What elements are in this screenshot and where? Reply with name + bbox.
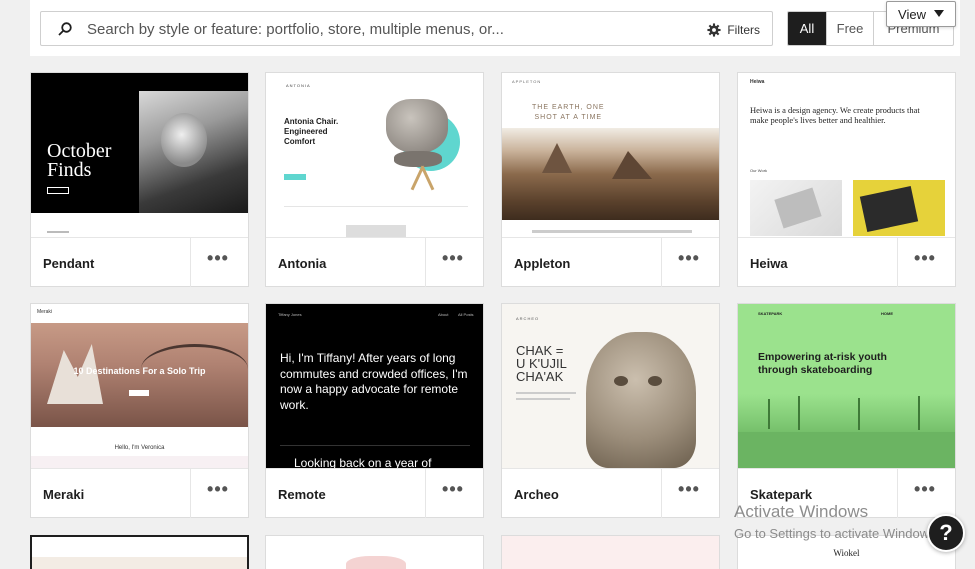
footer-divider	[661, 469, 662, 518]
card-footer: Archeo •••	[502, 468, 719, 518]
card-footer: Heiwa •••	[738, 237, 955, 287]
theme-preview[interactable]: ARCHEO CHAK = U K'UJIL CHA'AK	[502, 304, 719, 468]
more-options-icon[interactable]: •••	[203, 480, 233, 502]
preview-headline: Hi, I'm Tiffany! After years of long com…	[280, 351, 468, 412]
card-footer: Antonia •••	[266, 237, 483, 287]
preview-brand: Heiwa	[750, 79, 765, 85]
more-options-icon[interactable]: •••	[910, 480, 940, 502]
theme-preview[interactable]: Heiwa Heiwa is a design agency. We creat…	[738, 73, 955, 237]
theme-preview[interactable]	[346, 556, 406, 569]
more-options-icon[interactable]: •••	[438, 249, 468, 271]
card-footer: Meraki •••	[31, 468, 248, 518]
more-options-icon[interactable]: •••	[438, 480, 468, 502]
gear-icon	[707, 23, 721, 37]
preview-subline: Looking back on a year of	[294, 456, 432, 468]
theme-name: Pendant	[43, 256, 95, 271]
preview-brand: APPLETON	[512, 79, 542, 84]
preview-headline: CHAK = U K'UJIL CHA'AK	[516, 343, 567, 384]
preview-nav-item: HOME	[881, 311, 893, 316]
top-toolbar: Filters All Free Premium	[30, 0, 960, 56]
watermark-title: Activate Windows	[734, 502, 869, 521]
filter-free-button[interactable]: Free	[826, 12, 873, 45]
preview-greeting: Hello, I'm Veronica	[114, 445, 165, 451]
footer-divider	[897, 238, 898, 287]
preview-headline: Heiwa is a design agency. We create prod…	[750, 105, 920, 125]
theme-card-appleton[interactable]: APPLETON THE EARTH, ONE SHOT AT A TIME Ap…	[501, 72, 720, 287]
more-options-icon[interactable]: •••	[910, 249, 940, 271]
preview-nav-item: About	[438, 312, 449, 317]
theme-preview[interactable]: October Finds	[31, 73, 248, 237]
more-options-icon[interactable]: •••	[674, 249, 704, 271]
watermark-subtitle: Go to Settings to activate Windows.	[734, 526, 940, 541]
preview-headline: THE EARTH, ONE SHOT AT A TIME	[532, 104, 605, 121]
filters-label: Filters	[727, 23, 760, 37]
theme-card-remote[interactable]: Tiffany Jones About All Posts Hi, I'm Ti…	[265, 303, 484, 518]
theme-card-antonia[interactable]: ANTONIA Antonia Chair. Engineered Comfort …	[265, 72, 484, 287]
more-options-icon[interactable]: •••	[674, 480, 704, 502]
theme-name: Remote	[278, 487, 326, 502]
theme-name: Heiwa	[750, 256, 788, 271]
theme-card-row3-3[interactable]	[501, 535, 720, 569]
card-footer: Appleton •••	[502, 237, 719, 287]
search-box[interactable]: Filters	[40, 11, 773, 46]
preview-nav-item: All Posts	[458, 312, 474, 317]
filters-button[interactable]: Filters	[707, 21, 760, 39]
footer-divider	[190, 469, 191, 518]
theme-name: Appleton	[514, 256, 571, 271]
preview-headline: Antonia Chair. Engineered Comfort	[284, 117, 339, 146]
theme-name: Meraki	[43, 487, 85, 502]
search-input[interactable]	[87, 18, 647, 40]
theme-preview[interactable]: ANTONIA Antonia Chair. Engineered Comfort	[266, 73, 483, 237]
view-label: View	[898, 6, 926, 22]
theme-card-row3-2[interactable]	[265, 535, 484, 569]
theme-preview[interactable]: Tiffany Jones About All Posts Hi, I'm Ti…	[266, 304, 483, 468]
filter-all-button[interactable]: All	[788, 12, 826, 45]
preview-headline: 10 Destinations For a Solo Trip	[73, 366, 206, 376]
card-footer: Remote •••	[266, 468, 483, 518]
caret-down-icon	[933, 10, 944, 17]
preview-brand: ANTONIA	[286, 83, 311, 88]
theme-name: Archeo	[514, 487, 559, 502]
theme-preview[interactable]: APPLETON THE EARTH, ONE SHOT AT A TIME	[502, 73, 719, 237]
help-button[interactable]: ?	[927, 514, 965, 552]
theme-card-pendant[interactable]: October Finds Pendant •••	[30, 72, 249, 287]
theme-card-meraki[interactable]: Meraki 10 Destinations For a Solo Trip H…	[30, 303, 249, 518]
theme-card-row3-1[interactable]	[30, 535, 249, 569]
search-icon	[58, 22, 72, 36]
theme-preview[interactable]	[32, 557, 247, 569]
preview-brand: Tiffany Jones	[278, 312, 302, 317]
preview-brand: Meraki	[37, 309, 53, 315]
preview-brand: SKATEPARK	[758, 311, 783, 316]
preview-brand: ARCHEO	[516, 316, 540, 321]
preview-section: Our Work	[750, 168, 768, 173]
footer-divider	[661, 238, 662, 287]
view-dropdown-button[interactable]: View	[886, 1, 956, 27]
theme-name: Skatepark	[750, 487, 813, 502]
more-options-icon[interactable]: •••	[203, 249, 233, 271]
footer-divider	[425, 238, 426, 287]
theme-card-archeo[interactable]: ARCHEO CHAK = U K'UJIL CHA'AK Archeo •••	[501, 303, 720, 518]
preview-headline: Empowering at-risk youth through skateboa…	[758, 351, 887, 376]
theme-name: Antonia	[278, 256, 327, 271]
windows-activation-watermark: Activate Windows Go to Settings to activ…	[734, 502, 939, 541]
footer-divider	[425, 469, 426, 518]
card-footer: Pendant •••	[31, 237, 248, 287]
theme-card-skatepark[interactable]: SKATEPARK HOME Empowering at-risk youth t…	[737, 303, 956, 518]
theme-card-heiwa[interactable]: Heiwa Heiwa is a design agency. We creat…	[737, 72, 956, 287]
footer-divider	[190, 238, 191, 287]
question-icon: ?	[939, 520, 953, 545]
preview-brand: Wiokel	[833, 548, 860, 558]
theme-preview[interactable]: Meraki 10 Destinations For a Solo Trip H…	[31, 304, 248, 468]
theme-preview[interactable]: SKATEPARK HOME Empowering at-risk youth t…	[738, 304, 955, 468]
preview-headline: October Finds	[47, 140, 112, 181]
